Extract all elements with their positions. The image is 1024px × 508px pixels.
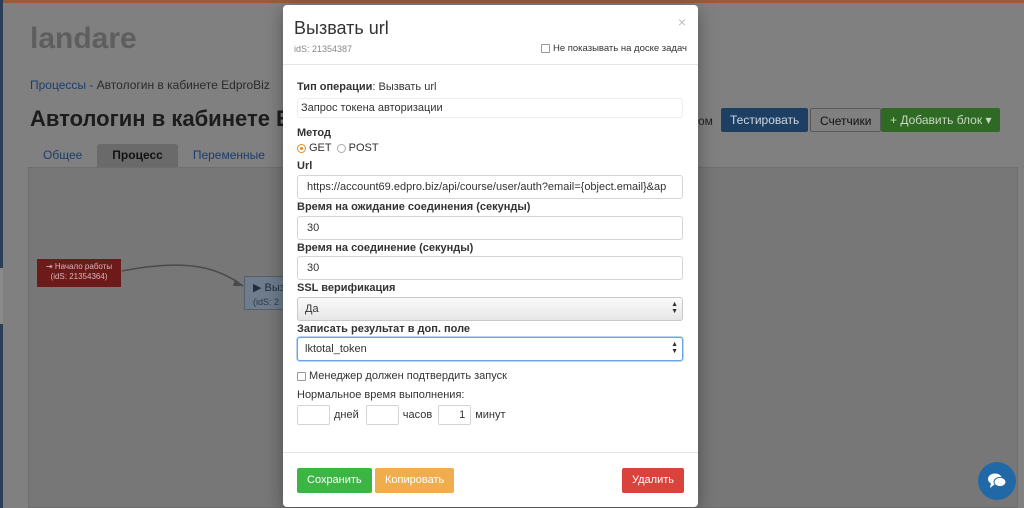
get-radio-label: GET bbox=[309, 142, 332, 154]
tab-bar: Общее Процесс Переменные bbox=[28, 144, 280, 168]
tab-variables[interactable]: Переменные bbox=[178, 144, 280, 168]
result-field-label: Записать результат в доп. поле bbox=[297, 323, 471, 335]
manager-confirm-checkbox[interactable]: Менеджер должен подтвердить запуск bbox=[297, 370, 507, 382]
call-url-modal: Вызвать url × idS: 21354387 Не показыват… bbox=[283, 5, 698, 507]
wait-timeout-input[interactable]: 30 bbox=[297, 216, 683, 240]
start-node-ids: (idS: 21354364) bbox=[50, 272, 108, 281]
ssl-select-value: Да bbox=[305, 303, 319, 315]
url-label: Url bbox=[297, 160, 313, 172]
operation-type-title: Тип операции bbox=[297, 81, 373, 93]
select-arrows-icon: ▲ ▼ bbox=[671, 301, 678, 315]
chat-button[interactable] bbox=[978, 462, 1016, 500]
select-arrows-icon: ▲ ▼ bbox=[671, 341, 678, 355]
hours-unit: часов bbox=[402, 409, 433, 421]
ssl-label: SSL верификация bbox=[297, 282, 396, 294]
breadcrumb-processes-link[interactable]: Процессы - bbox=[30, 78, 93, 92]
hide-on-board-label: Не показывать на доске задач bbox=[552, 43, 687, 54]
top-stripe bbox=[0, 0, 1024, 3]
operation-type-value: : Вызвать url bbox=[372, 81, 437, 93]
minutes-input[interactable]: 1 bbox=[438, 405, 472, 425]
left-stripe bbox=[0, 0, 3, 508]
url-input[interactable]: https://account69.edpro.biz/api/course/u… bbox=[297, 175, 683, 199]
toolbar-partial-text: ом bbox=[698, 114, 713, 128]
call-url-node-ids: (idS: 2 bbox=[253, 297, 280, 307]
method-label: Метод bbox=[297, 127, 331, 139]
connect-timeout-input[interactable]: 30 bbox=[297, 256, 683, 280]
duration-inputs: дней часов 1 минут bbox=[297, 405, 510, 425]
breadcrumb-current: Автологин в кабинете EdproBiz bbox=[93, 78, 270, 92]
minutes-unit: минут bbox=[475, 409, 506, 421]
days-unit: дней bbox=[334, 409, 359, 421]
hide-on-board-checkbox[interactable]: Не показывать на доске задач bbox=[540, 43, 687, 54]
test-button[interactable]: Тестировать bbox=[721, 108, 809, 132]
result-field-select[interactable]: lktotal_token ▲ ▼ bbox=[297, 337, 683, 361]
operation-type-label: Тип операции: Вызвать url bbox=[297, 81, 436, 93]
checkbox-icon[interactable] bbox=[540, 44, 550, 53]
wait-timeout-label: Время на ожидание соединения (секунды) bbox=[297, 201, 531, 213]
get-radio[interactable] bbox=[297, 143, 306, 153]
modal-footer: Сохранить Копировать Удалить bbox=[283, 452, 698, 507]
checkbox-icon[interactable] bbox=[297, 371, 306, 381]
hours-input[interactable] bbox=[365, 405, 399, 425]
method-radio-group: GET POST bbox=[297, 142, 379, 154]
close-icon[interactable]: × bbox=[678, 14, 686, 30]
normal-time-label: Нормальное время выполнения: bbox=[297, 389, 465, 401]
result-field-value: lktotal_token bbox=[305, 343, 367, 355]
chat-icon bbox=[988, 473, 1007, 488]
tab-process[interactable]: Процесс bbox=[97, 144, 178, 168]
start-node[interactable]: ⇥ Начало работы (idS: 21354364) bbox=[37, 259, 121, 287]
counters-button[interactable]: Счетчики bbox=[810, 108, 882, 132]
modal-header: Вызвать url × idS: 21354387 Не показыват… bbox=[283, 5, 698, 65]
description-input[interactable]: Запрос токена авторизации bbox=[297, 98, 683, 118]
ssl-select[interactable]: Да ▲ ▼ bbox=[297, 297, 683, 321]
app-logo: landare bbox=[30, 22, 137, 55]
manager-confirm-label: Менеджер должен подтвердить запуск bbox=[309, 370, 507, 382]
breadcrumb: Процессы - Автологин в кабинете EdproBiz bbox=[30, 78, 270, 92]
delete-button[interactable]: Удалить bbox=[622, 468, 684, 493]
call-url-node[interactable]: ▶ Выз (idS: 2 bbox=[244, 276, 284, 310]
post-radio-label: POST bbox=[348, 142, 379, 154]
modal-ids: idS: 21354387 bbox=[294, 44, 353, 54]
connect-timeout-label: Время на соединение (секунды) bbox=[297, 242, 474, 254]
left-stripe-segment bbox=[0, 268, 3, 324]
call-url-node-label: ▶ Выз bbox=[253, 282, 284, 294]
tab-general[interactable]: Общее bbox=[28, 144, 97, 168]
post-radio[interactable] bbox=[336, 143, 346, 153]
start-node-label: ⇥ Начало работы bbox=[45, 262, 113, 271]
save-button[interactable]: Сохранить bbox=[297, 468, 372, 493]
add-block-button[interactable]: + Добавить блок ▾ bbox=[881, 108, 1001, 132]
modal-title: Вызвать url bbox=[294, 18, 389, 38]
copy-button[interactable]: Копировать bbox=[375, 468, 455, 493]
days-input[interactable] bbox=[297, 405, 330, 425]
